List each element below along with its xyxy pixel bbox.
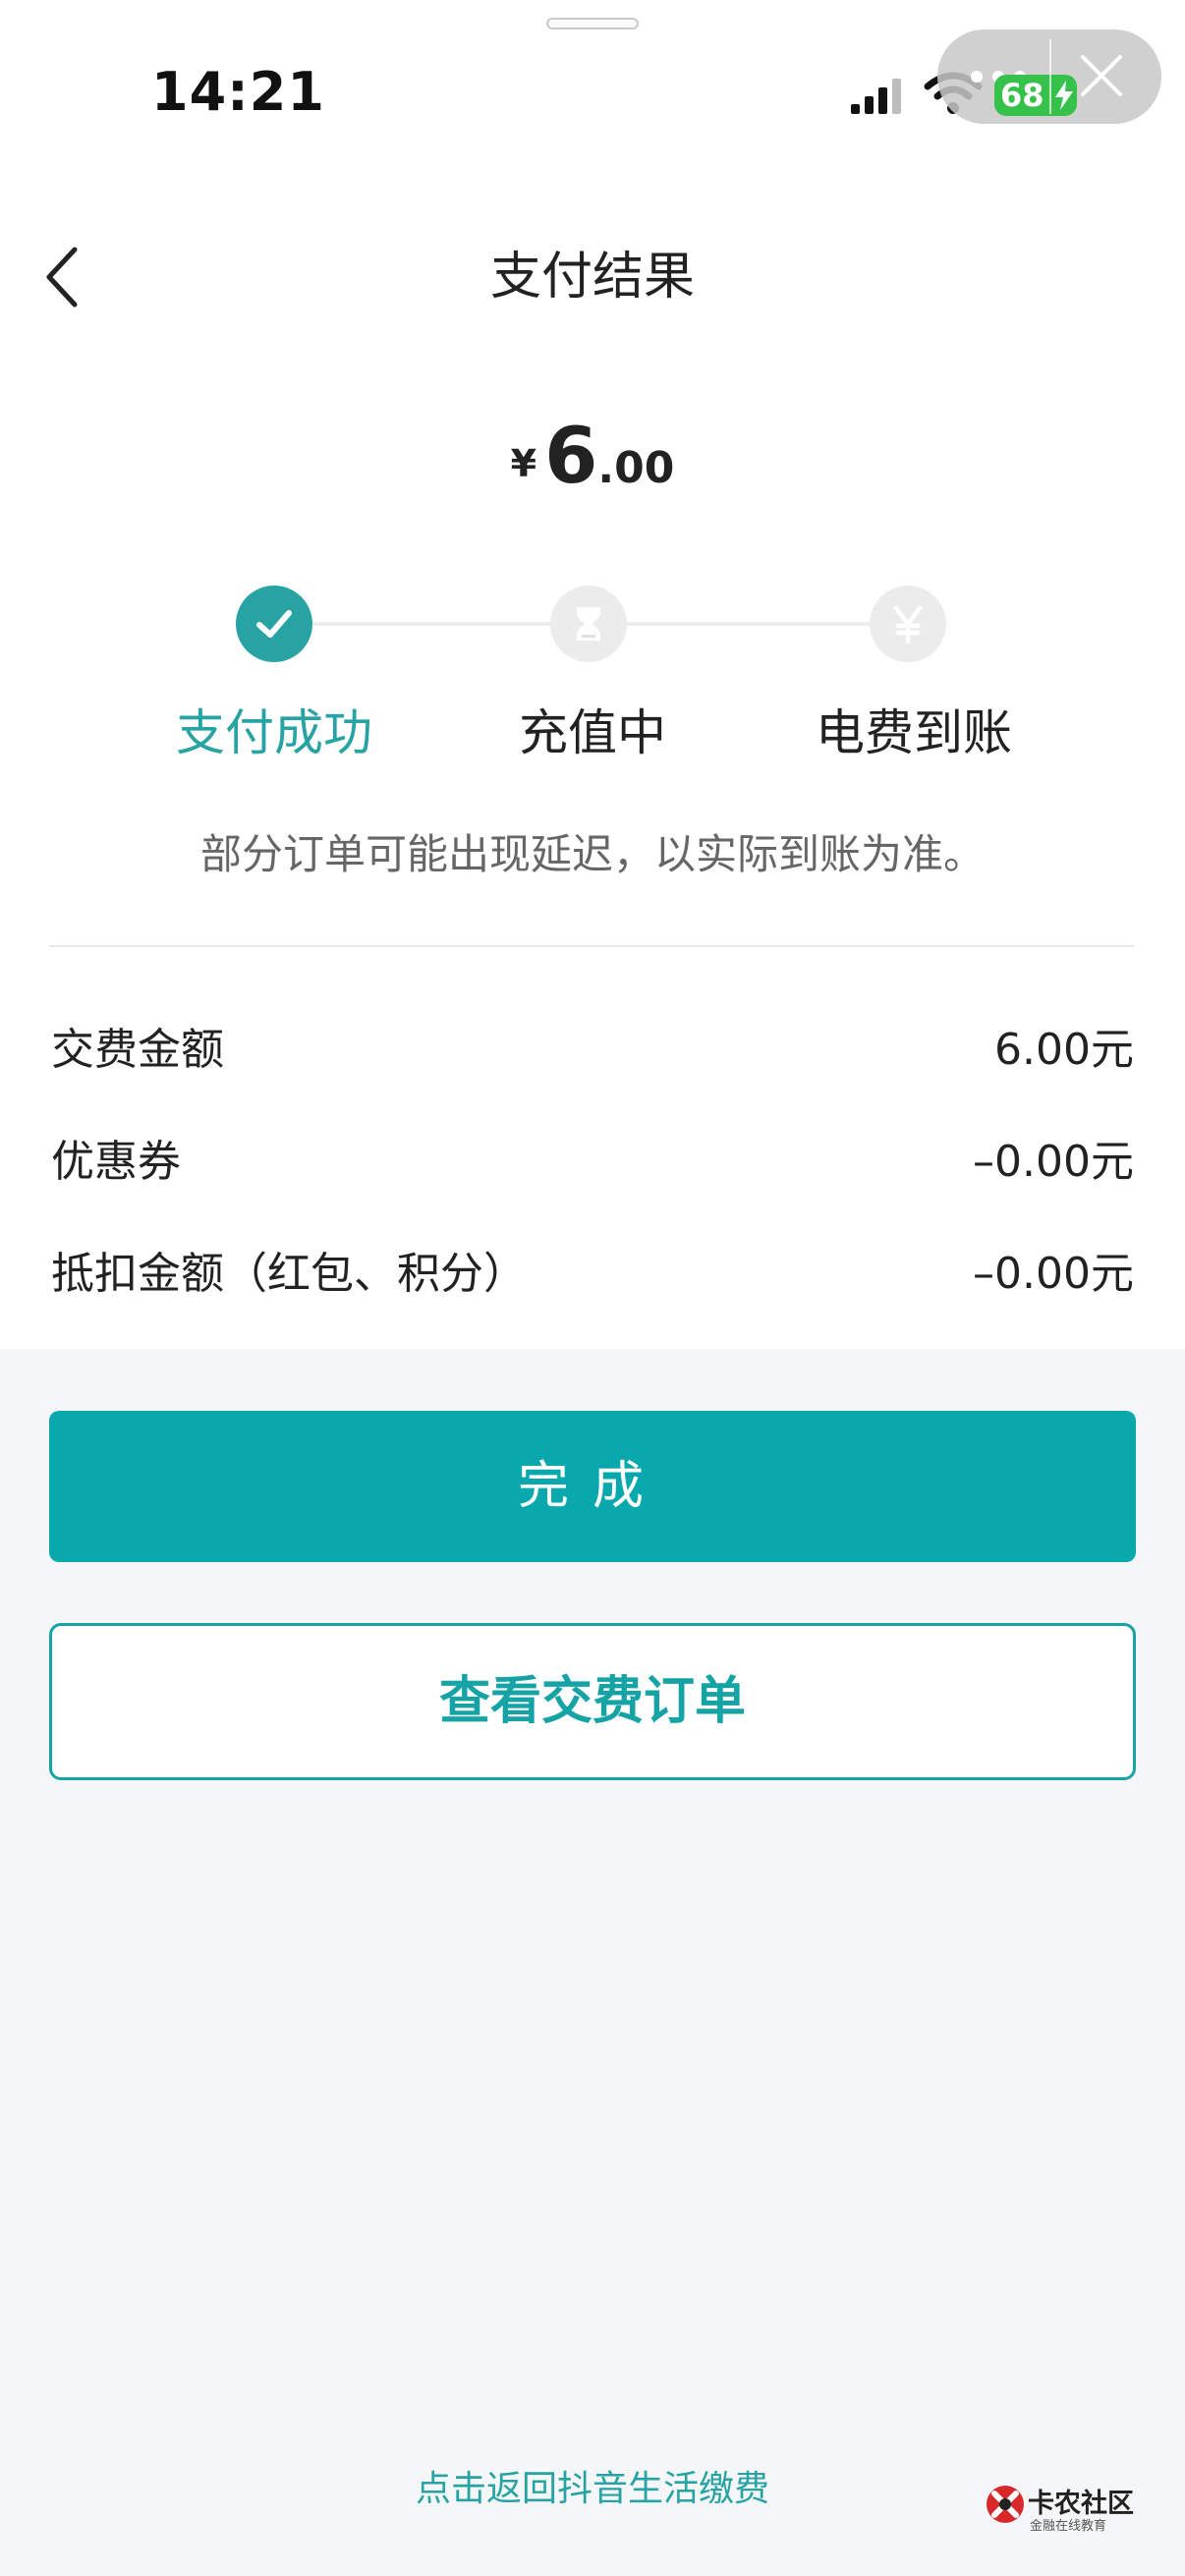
detail-row-paid-amount: 交费金额 6.00元 [51, 1014, 1134, 1083]
battery-indicator: 68 [994, 75, 1077, 116]
detail-value: –0.00元 [973, 1137, 1134, 1187]
capsule-divider [1049, 39, 1051, 114]
detail-row-deduction: 抵扣金额（红包、积分） –0.00元 [51, 1238, 1134, 1307]
done-button[interactable]: 完成 [49, 1411, 1136, 1562]
sheet-grabber[interactable] [546, 18, 639, 29]
step-label-recharging: 充值中 [519, 704, 666, 761]
detail-label: 优惠券 [51, 1137, 181, 1187]
view-order-button[interactable]: 查看交费订单 [49, 1623, 1136, 1780]
step-label-paid: 支付成功 [176, 704, 372, 761]
amount-integer: 6 [544, 413, 598, 501]
detail-value: 6.00元 [994, 1025, 1134, 1075]
step-credited-indicator [870, 586, 946, 662]
step-paid-indicator [236, 586, 312, 662]
section-divider [49, 945, 1134, 947]
yen-icon [893, 605, 923, 644]
check-icon [256, 610, 292, 638]
payment-amount: ¥6.00 [0, 413, 1185, 501]
detail-row-coupon: 优惠券 –0.00元 [51, 1126, 1134, 1195]
detail-value: –0.00元 [973, 1249, 1134, 1299]
step-recharging-indicator [550, 586, 627, 662]
watermark-logo-icon [987, 2486, 1024, 2523]
currency-symbol: ¥ [510, 442, 537, 485]
amount-decimal: .00 [597, 443, 675, 493]
battery-level: 68 [1000, 77, 1044, 114]
detail-label: 交费金额 [51, 1025, 224, 1075]
watermark-subtitle: 金融在线教育 [1030, 2519, 1107, 2534]
delay-notice: 部分订单可能出现延迟，以实际到账为准。 [199, 830, 985, 878]
charging-bolt-icon [1055, 81, 1073, 110]
watermark: 卡农社区 金融在线教育 [983, 2482, 1179, 2537]
signal-icon [851, 79, 901, 114]
status-time: 14:21 [151, 61, 325, 123]
detail-label: 抵扣金额（红包、积分） [51, 1249, 527, 1299]
page-title: 支付结果 [489, 248, 695, 307]
close-icon[interactable] [1077, 51, 1126, 100]
hourglass-icon [577, 607, 600, 641]
step-label-credited: 电费到账 [816, 704, 1012, 761]
